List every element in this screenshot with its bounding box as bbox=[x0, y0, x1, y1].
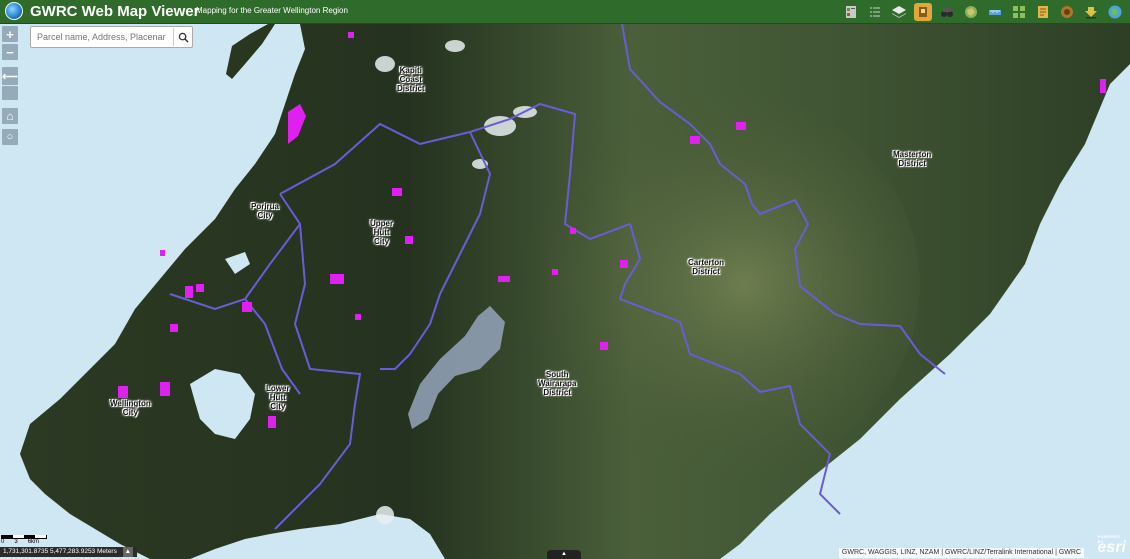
satellite-map bbox=[0, 24, 1130, 559]
compass-icon[interactable] bbox=[1058, 3, 1076, 21]
map-canvas[interactable] bbox=[0, 24, 1130, 559]
scale-tick: 0 bbox=[1, 539, 5, 545]
esri-powered-by: POWERED BY bbox=[1097, 534, 1121, 544]
legend-icon[interactable] bbox=[842, 3, 860, 21]
download-icon[interactable] bbox=[1082, 3, 1100, 21]
app-header: GWRC Web Map Viewer Mapping for the Grea… bbox=[0, 0, 1130, 24]
chevron-up-icon[interactable]: ▲ bbox=[122, 547, 134, 557]
map-book-icon[interactable] bbox=[1034, 3, 1052, 21]
app-subtitle: Mapping for the Greater Wellington Regio… bbox=[196, 6, 348, 15]
label-porirua: Porirua City bbox=[251, 202, 280, 220]
home-button[interactable]: ⌂ bbox=[2, 108, 18, 124]
label-south-wairarapa: South Wairarapa District bbox=[538, 370, 577, 397]
help-globe-icon[interactable] bbox=[1106, 3, 1124, 21]
label-carterton: Carterton District bbox=[688, 258, 725, 276]
map-attribution: GWRC, WAGGIS, LINZ, NZAM | GWRC/LINZ/Ter… bbox=[838, 548, 1084, 558]
back-extent-button[interactable]: ⟵ bbox=[2, 67, 18, 85]
coordinate-readout: 1,731,301.8735 5,477,283.9253 Meters ▲ bbox=[0, 547, 138, 557]
locate-button[interactable]: ○ bbox=[2, 129, 18, 145]
list-icon[interactable] bbox=[866, 3, 884, 21]
layers-icon[interactable] bbox=[890, 3, 908, 21]
zoom-in-button[interactable]: + bbox=[2, 26, 18, 42]
label-upper-hutt: Upper Hutt City bbox=[370, 219, 394, 246]
map-viewer-app: GWRC Web Map Viewer Mapping for the Grea… bbox=[0, 0, 1130, 559]
scale-tick: 3 bbox=[14, 539, 18, 545]
search-button[interactable] bbox=[173, 28, 192, 46]
search-box bbox=[30, 26, 193, 48]
gwrc-logo bbox=[5, 2, 23, 20]
basemap-icon[interactable] bbox=[914, 3, 932, 21]
scale-bar: 0 3 6km bbox=[1, 535, 47, 545]
forward-extent-button[interactable] bbox=[2, 86, 18, 100]
header-toolbar bbox=[842, 3, 1124, 21]
bottom-panel-toggle[interactable]: ▲ bbox=[547, 550, 581, 559]
label-wellington: Wellington City bbox=[110, 399, 151, 417]
coordinate-text: 1,731,301.8735 5,477,283.9253 Meters bbox=[3, 548, 117, 555]
measure-icon[interactable] bbox=[986, 3, 1004, 21]
zoom-out-button[interactable]: − bbox=[2, 44, 18, 60]
label-masterton: Masterton District bbox=[893, 150, 932, 168]
search-input[interactable] bbox=[31, 29, 173, 45]
label-lower-hutt: Lower Hutt City bbox=[266, 384, 290, 411]
search-icon bbox=[178, 32, 189, 43]
esri-logo: POWERED BY esri bbox=[1097, 534, 1126, 556]
app-title: GWRC Web Map Viewer bbox=[30, 3, 200, 20]
grid-icon[interactable] bbox=[1010, 3, 1028, 21]
scale-tick: 6km bbox=[27, 539, 40, 545]
label-kapiti: Kapiti Coast District bbox=[397, 66, 425, 93]
globe-puzzle-icon[interactable] bbox=[962, 3, 980, 21]
binoculars-icon[interactable] bbox=[938, 3, 956, 21]
